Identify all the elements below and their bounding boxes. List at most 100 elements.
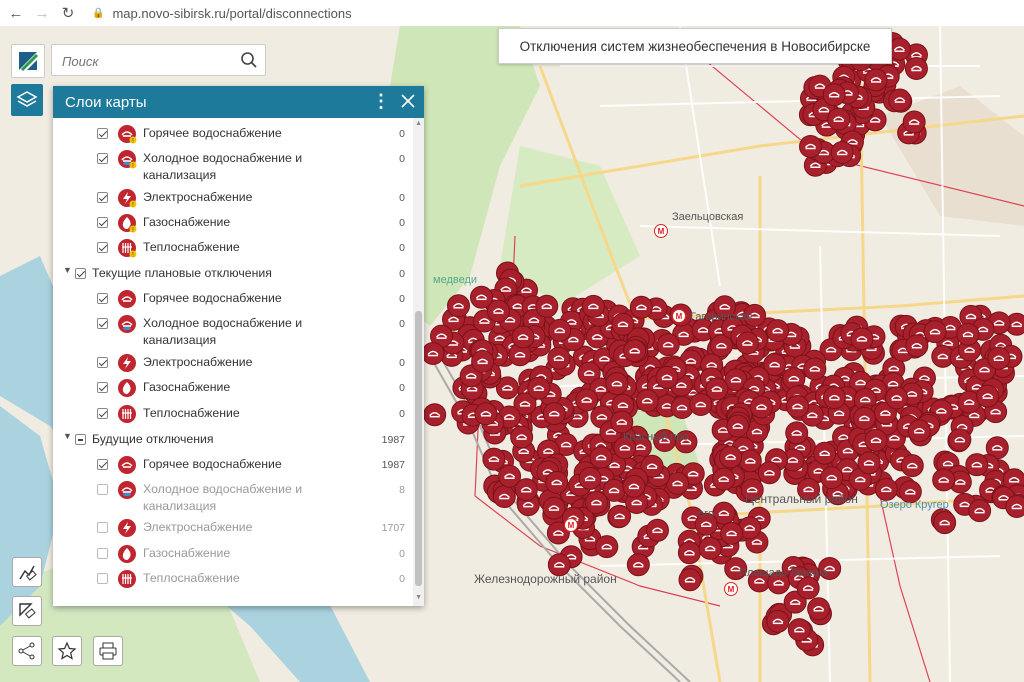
disconnection-marker[interactable] bbox=[447, 294, 471, 318]
disconnection-marker[interactable] bbox=[1005, 494, 1024, 518]
close-icon[interactable] bbox=[400, 93, 416, 109]
disconnection-marker[interactable] bbox=[605, 372, 629, 396]
disconnection-marker[interactable] bbox=[545, 470, 569, 494]
disconnection-marker[interactable] bbox=[864, 68, 888, 92]
layer-row[interactable]: Холодное водоснабжение и канализация bbox=[97, 481, 413, 515]
disconnection-marker[interactable] bbox=[904, 56, 928, 80]
layer-row[interactable]: Электроснабжение bbox=[97, 519, 413, 538]
disconnection-marker[interactable] bbox=[827, 107, 851, 131]
disconnection-marker[interactable] bbox=[813, 441, 837, 465]
layer-group-row[interactable]: ▼ Будущие отключения bbox=[63, 431, 413, 448]
layer-row[interactable]: Газоснабжение bbox=[97, 545, 413, 564]
layer-checkbox[interactable] bbox=[97, 484, 108, 495]
disconnection-marker[interactable] bbox=[589, 445, 613, 469]
disconnection-marker[interactable] bbox=[474, 402, 498, 426]
layer-checkbox[interactable] bbox=[97, 217, 108, 228]
layer-checkbox[interactable] bbox=[97, 459, 108, 470]
disconnection-marker[interactable] bbox=[738, 449, 762, 473]
layer-row[interactable]: Теплоснабжение bbox=[97, 405, 413, 424]
disconnection-marker[interactable] bbox=[677, 541, 701, 565]
layer-checkbox[interactable] bbox=[97, 318, 108, 329]
layer-checkbox[interactable] bbox=[97, 293, 108, 304]
layer-checkbox[interactable] bbox=[97, 522, 108, 533]
disconnection-marker[interactable] bbox=[888, 88, 912, 112]
disconnection-marker[interactable] bbox=[535, 294, 559, 318]
disconnection-marker[interactable] bbox=[629, 295, 653, 319]
scroll-up-arrow-icon[interactable]: ▲ bbox=[415, 120, 422, 127]
layer-row[interactable]: Газоснабжение bbox=[97, 379, 413, 398]
disconnection-marker[interactable] bbox=[626, 553, 650, 577]
search-input[interactable] bbox=[60, 46, 234, 76]
disconnection-marker[interactable] bbox=[575, 388, 599, 412]
disconnection-marker[interactable] bbox=[766, 609, 790, 633]
layer-row[interactable]: Горячее водоснабжение bbox=[97, 290, 413, 309]
disconnection-marker[interactable] bbox=[900, 454, 924, 478]
disconnection-marker[interactable] bbox=[611, 312, 635, 336]
back-arrow-icon[interactable]: ← bbox=[6, 3, 26, 23]
layer-checkbox[interactable] bbox=[97, 382, 108, 393]
forward-arrow-icon[interactable]: → bbox=[32, 3, 52, 23]
disconnection-marker[interactable] bbox=[622, 474, 646, 498]
disconnection-marker[interactable] bbox=[932, 468, 956, 492]
disconnection-marker[interactable] bbox=[874, 477, 898, 501]
layers-button[interactable] bbox=[11, 84, 43, 116]
disconnection-marker[interactable] bbox=[933, 511, 957, 535]
disconnection-marker[interactable] bbox=[421, 342, 445, 366]
disconnection-marker[interactable] bbox=[785, 394, 809, 418]
disconnection-marker[interactable] bbox=[830, 140, 854, 164]
disconnection-marker[interactable] bbox=[902, 110, 926, 134]
disconnection-marker[interactable] bbox=[623, 339, 647, 363]
disconnection-marker[interactable] bbox=[850, 327, 874, 351]
disconnection-marker[interactable] bbox=[492, 485, 516, 509]
disconnection-marker[interactable] bbox=[749, 395, 773, 419]
disconnection-marker[interactable] bbox=[864, 428, 888, 452]
layer-row[interactable]: ! Горячее водоснабжение bbox=[97, 125, 413, 145]
layer-checkbox[interactable] bbox=[97, 153, 108, 164]
layer-checkbox[interactable] bbox=[75, 434, 86, 445]
disconnection-marker[interactable] bbox=[956, 322, 980, 346]
disconnection-marker[interactable] bbox=[698, 536, 722, 560]
favorites-button[interactable] bbox=[52, 636, 82, 666]
reload-icon[interactable]: ↻ bbox=[58, 3, 78, 23]
disconnection-marker[interactable] bbox=[510, 425, 534, 449]
disconnection-marker[interactable] bbox=[820, 466, 844, 490]
disconnection-marker[interactable] bbox=[635, 389, 659, 413]
city-logo-button[interactable] bbox=[11, 44, 45, 78]
disconnection-marker[interactable] bbox=[645, 518, 669, 542]
disconnection-marker[interactable] bbox=[948, 428, 972, 452]
layer-checkbox[interactable] bbox=[97, 192, 108, 203]
layer-checkbox[interactable] bbox=[75, 268, 86, 279]
disconnection-marker[interactable] bbox=[787, 618, 811, 642]
disconnection-marker[interactable] bbox=[720, 521, 744, 545]
layer-row[interactable]: ! Теплоснабжение bbox=[97, 239, 413, 259]
disconnection-marker[interactable] bbox=[987, 346, 1011, 370]
disconnection-marker[interactable] bbox=[511, 325, 535, 349]
disconnection-marker[interactable] bbox=[785, 421, 809, 445]
disconnection-marker[interactable] bbox=[471, 349, 495, 373]
disconnection-marker[interactable] bbox=[581, 294, 605, 318]
share-button[interactable] bbox=[12, 636, 42, 666]
print-button[interactable] bbox=[93, 636, 123, 666]
disconnection-marker[interactable] bbox=[885, 386, 909, 410]
disconnection-marker[interactable] bbox=[705, 377, 729, 401]
disconnection-marker[interactable] bbox=[578, 466, 602, 490]
scrollbar-thumb[interactable] bbox=[415, 311, 422, 586]
more-options-icon[interactable]: ⋮ bbox=[372, 92, 390, 110]
search-icon[interactable] bbox=[240, 51, 258, 69]
disconnection-marker[interactable] bbox=[678, 568, 702, 592]
disconnection-marker[interactable] bbox=[852, 406, 876, 430]
disconnection-marker[interactable] bbox=[968, 499, 992, 523]
layer-row[interactable]: ! Холодное водоснабжение и канализация bbox=[97, 150, 413, 184]
layer-checkbox[interactable] bbox=[97, 548, 108, 559]
layer-checkbox[interactable] bbox=[97, 573, 108, 584]
measure-distance-button[interactable] bbox=[12, 557, 42, 587]
disconnection-marker[interactable] bbox=[584, 491, 608, 515]
disconnection-marker[interactable] bbox=[796, 576, 820, 600]
layer-checkbox[interactable] bbox=[97, 128, 108, 139]
disconnection-marker[interactable] bbox=[857, 451, 881, 475]
disconnection-marker[interactable] bbox=[803, 357, 827, 381]
disconnection-marker[interactable] bbox=[655, 365, 679, 389]
layer-group-row[interactable]: ▼ Текущие плановые отключения bbox=[63, 265, 413, 282]
disconnection-marker[interactable] bbox=[807, 597, 831, 621]
disconnection-marker[interactable] bbox=[547, 346, 571, 370]
